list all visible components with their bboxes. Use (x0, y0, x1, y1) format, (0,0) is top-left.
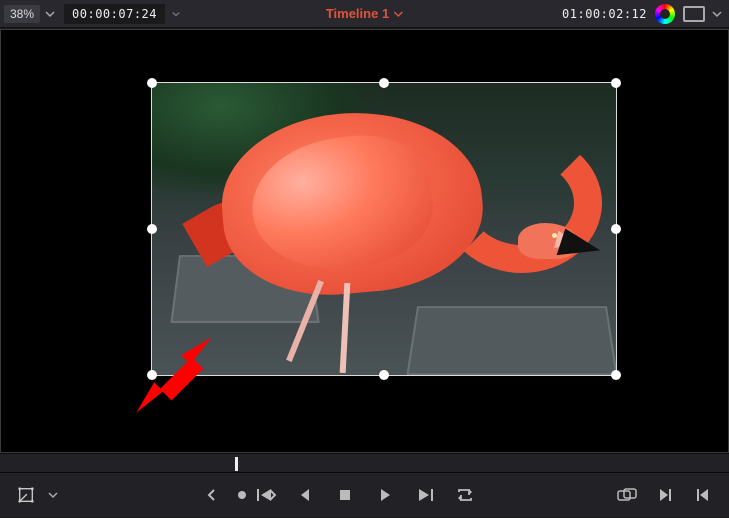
transform-handle-bl[interactable] (147, 370, 157, 380)
transform-handle-ml[interactable] (147, 224, 157, 234)
mark-in-icon[interactable] (200, 483, 224, 507)
playhead-indicator[interactable] (235, 457, 238, 471)
transform-handle-tl[interactable] (147, 78, 157, 88)
jump-to-last-icon[interactable] (413, 483, 437, 507)
zoom-dropdown-chevron-icon[interactable] (42, 4, 58, 24)
viewer-options-chevron-icon[interactable] (709, 4, 725, 24)
transform-mode-icon[interactable] (14, 483, 38, 507)
source-timecode[interactable]: 00:00:07:24 (64, 4, 165, 24)
match-frame-icon[interactable] (615, 483, 639, 507)
next-clip-icon[interactable] (653, 483, 677, 507)
jump-to-first-icon[interactable] (253, 483, 277, 507)
mini-timeline-scrubber[interactable] (0, 453, 729, 473)
mark-clip-icon[interactable] (230, 483, 254, 507)
timecode-options-chevron-icon[interactable] (169, 7, 183, 21)
transform-handle-br[interactable] (611, 370, 621, 380)
loop-icon[interactable] (453, 483, 477, 507)
transform-handle-tr[interactable] (611, 78, 621, 88)
timeline-name: Timeline 1 (326, 6, 389, 21)
previous-frame-icon[interactable] (293, 483, 317, 507)
play-icon[interactable] (373, 483, 397, 507)
transform-handle-bc[interactable] (379, 370, 389, 380)
timeline-title-group[interactable]: Timeline 1 (326, 6, 403, 21)
transform-mode-dropdown-chevron-icon[interactable] (46, 483, 60, 507)
color-wheel-icon[interactable] (655, 4, 675, 24)
transform-handle-tc[interactable] (379, 78, 389, 88)
stop-icon[interactable] (333, 483, 357, 507)
timeline-dropdown-chevron-icon[interactable] (393, 9, 403, 19)
viewer-top-bar: 38% 00:00:07:24 Timeline 1 01:00:02:12 (0, 0, 729, 28)
previous-clip-icon[interactable] (691, 483, 715, 507)
transport-controls-bar (0, 473, 729, 517)
clip-preview-image (152, 83, 616, 375)
transform-handle-mr[interactable] (611, 224, 621, 234)
transform-bounding-box[interactable] (151, 82, 617, 376)
fullscreen-viewer-icon[interactable] (683, 6, 705, 22)
zoom-percent[interactable]: 38% (4, 5, 40, 23)
record-timecode[interactable]: 01:00:02:12 (562, 7, 647, 21)
viewer-canvas[interactable] (0, 29, 729, 453)
